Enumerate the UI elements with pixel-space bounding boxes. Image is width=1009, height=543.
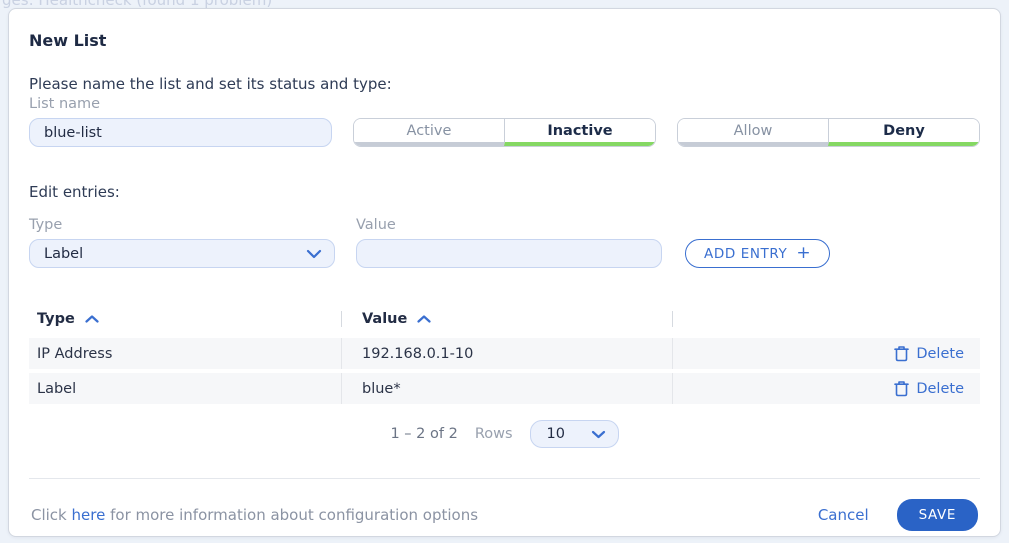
dialog-footer: Click here for more information about co… — [29, 479, 980, 536]
add-entry-label: ADD ENTRY — [704, 246, 787, 262]
table-header-row: Type Value — [29, 306, 980, 334]
pagination: 1 – 2 of 2 Rows 10 — [29, 420, 980, 448]
cell-value: 192.168.0.1-10 — [342, 346, 672, 362]
edit-entries-heading: Edit entries: — [29, 183, 980, 201]
status-option-inactive[interactable]: Inactive — [504, 119, 655, 146]
entry-type-label: Type — [29, 217, 335, 233]
sort-ascending-icon — [85, 315, 99, 323]
footer-note-after: for more information about configuration… — [105, 506, 478, 524]
entries-table: Type Value IP Address 192.168.0.1-10 — [29, 306, 980, 404]
type-option-deny[interactable]: Deny — [828, 119, 979, 146]
trash-icon — [894, 345, 909, 362]
column-header-type-label: Type — [37, 311, 75, 327]
status-option-active[interactable]: Active — [354, 119, 504, 146]
cell-type: Label — [29, 381, 341, 397]
list-name-input[interactable] — [29, 118, 332, 147]
cancel-button[interactable]: Cancel — [818, 506, 869, 524]
entry-value-input[interactable] — [356, 239, 662, 268]
footer-actions: Cancel SAVE — [818, 499, 978, 531]
chevron-down-icon — [306, 249, 322, 259]
delete-row-button[interactable]: Delete — [894, 345, 964, 362]
column-header-value-label: Value — [362, 311, 407, 327]
add-entry-button[interactable]: ADD ENTRY + — [685, 239, 830, 268]
new-list-dialog: New List Please name the list and set it… — [8, 8, 1001, 537]
cell-value: blue* — [342, 381, 672, 397]
pagination-range: 1 – 2 of 2 — [390, 426, 457, 442]
entry-value-label: Value — [356, 217, 662, 233]
entry-type-select[interactable]: Label — [29, 239, 335, 268]
dialog-title: New List — [29, 31, 980, 50]
list-type-toggle: Allow Deny — [677, 118, 980, 147]
sort-ascending-icon — [417, 315, 431, 323]
rows-per-page-select[interactable]: 10 — [530, 420, 619, 448]
name-and-toggles-row: List name Active Inactive Allow Deny — [29, 96, 980, 147]
entry-type-selected-value: Label — [44, 246, 83, 262]
table-row: Label blue* Delete — [29, 373, 980, 404]
more-info-link[interactable]: here — [72, 506, 106, 524]
trash-icon — [894, 380, 909, 397]
delete-row-button[interactable]: Delete — [894, 380, 964, 397]
entry-type-group: Type Label — [29, 217, 335, 268]
plus-icon: + — [796, 243, 811, 263]
footer-note: Click here for more information about co… — [31, 506, 478, 524]
chevron-down-icon — [591, 430, 606, 439]
entry-editor-row: Type Label Value ADD ENTRY + — [29, 217, 980, 268]
footer-note-before: Click — [31, 506, 67, 524]
intro-text: Please name the list and set its status … — [29, 75, 980, 93]
delete-label: Delete — [916, 346, 964, 362]
status-toggle: Active Inactive — [353, 118, 656, 147]
rows-per-page-label: Rows — [475, 426, 513, 442]
column-header-type[interactable]: Type — [29, 311, 341, 327]
delete-label: Delete — [916, 381, 964, 397]
save-button[interactable]: SAVE — [897, 499, 978, 531]
cell-type: IP Address — [29, 346, 341, 362]
table-row: IP Address 192.168.0.1-10 Delete — [29, 338, 980, 369]
column-divider — [672, 311, 673, 327]
list-name-label: List name — [29, 96, 332, 112]
list-name-group: List name — [29, 96, 332, 147]
rows-per-page-value: 10 — [547, 426, 565, 442]
column-header-value[interactable]: Value — [342, 311, 672, 327]
entry-value-group: Value — [356, 217, 662, 268]
type-option-allow[interactable]: Allow — [678, 119, 828, 146]
